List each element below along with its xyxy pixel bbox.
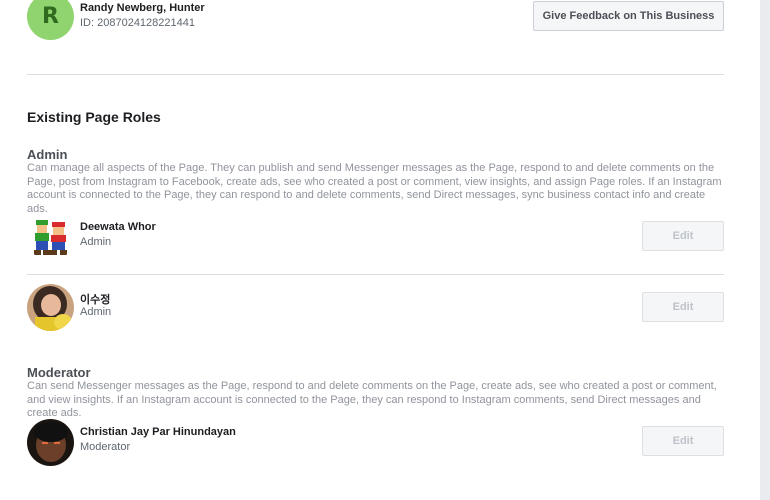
list-item: 이수정 Admin bbox=[27, 284, 727, 332]
person-name[interactable]: Christian Jay Par Hinundayan bbox=[80, 426, 236, 438]
give-feedback-button[interactable]: Give Feedback on This Business bbox=[533, 1, 724, 31]
moderator-description: Can send Messenger messages as the Page,… bbox=[27, 380, 717, 419]
person-name[interactable]: Deewata Whor bbox=[80, 221, 156, 233]
user-name[interactable]: Randy Newberg, Hunter bbox=[80, 2, 205, 14]
person-role: Moderator bbox=[80, 441, 131, 453]
profile-photo-icon bbox=[27, 419, 74, 466]
current-user: R Randy Newberg, Hunter ID: 208702412822… bbox=[27, 0, 427, 43]
admin-heading: Admin bbox=[27, 147, 68, 162]
person-role: Admin bbox=[80, 306, 112, 318]
list-item: Christian Jay Par Hinundayan Moderator bbox=[27, 419, 727, 467]
divider bbox=[27, 274, 724, 275]
divider bbox=[27, 74, 724, 75]
page-roles-panel: R Randy Newberg, Hunter ID: 208702412822… bbox=[0, 0, 760, 500]
person-name[interactable]: 이수정 bbox=[80, 291, 110, 307]
profile-photo-icon bbox=[27, 284, 74, 331]
section-title: Existing Page Roles bbox=[27, 109, 161, 125]
avatar[interactable] bbox=[27, 284, 74, 331]
edit-button[interactable]: Edit bbox=[642, 426, 724, 456]
avatar[interactable] bbox=[27, 214, 74, 261]
moderator-heading: Moderator bbox=[27, 365, 91, 380]
edit-button[interactable]: Edit bbox=[642, 292, 724, 322]
admin-description: Can manage all aspects of the Page. They… bbox=[27, 162, 722, 215]
user-id: ID: 2087024128221441 bbox=[80, 17, 195, 29]
person-role: Admin bbox=[80, 236, 112, 248]
mario-luigi-icon bbox=[27, 214, 74, 261]
avatar[interactable] bbox=[27, 419, 74, 466]
edit-button[interactable]: Edit bbox=[642, 221, 724, 251]
page-background-edge bbox=[760, 0, 770, 500]
list-item: Deewata Whor Admin bbox=[27, 214, 727, 262]
avatar: R bbox=[27, 0, 74, 40]
